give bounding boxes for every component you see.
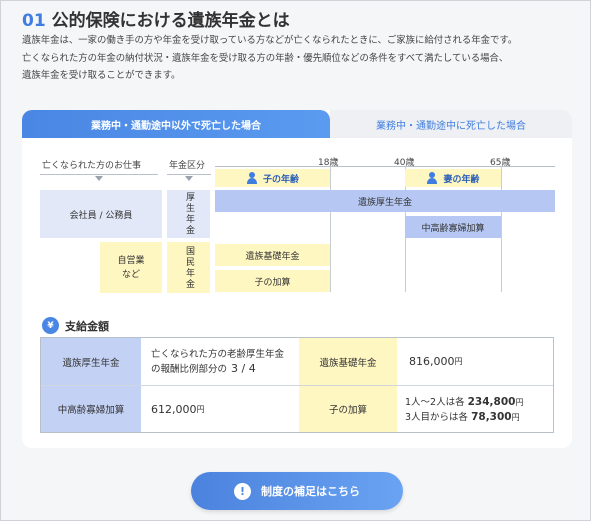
table-value-izoku-kiso: 816,000 円: [397, 338, 553, 385]
payment-title: 支給金額: [65, 319, 109, 333]
occupation-arrow-icon: [95, 176, 103, 181]
kokumin-pension-label: 国民年金: [184, 245, 194, 290]
payment-section-title: ¥ 支給金額: [42, 317, 109, 334]
ko-kasan-amount-1: 234,800: [467, 396, 516, 408]
section-heading: 01 公的保険における遺族年金とは: [22, 6, 290, 31]
section-title: 公的保険における遺族年金とは: [51, 11, 290, 31]
child-age-badge: 子の年齢: [215, 169, 330, 187]
ko-kasan-line-2-prefix: 3人目からは各: [405, 412, 469, 423]
table-value-izoku-kosei: 亡くなられた方の老齢厚生年金 の報酬比例部分の 3 / 4: [141, 338, 299, 385]
izoku-kiso-unit: 円: [454, 357, 463, 366]
pension-type-arrow-icon: [185, 176, 193, 181]
intro-line: 亡くなられた方の年金の納付状況・遺族年金を受け取る方の年齢・優先順位などの条件を…: [22, 52, 509, 64]
age-65-gridline: [501, 166, 502, 292]
exclamation-icon: !: [234, 482, 251, 500]
supplement-info-button[interactable]: ! 制度の補足はこちら: [191, 472, 403, 510]
table-header-izoku-kosei: 遺族厚生年金: [41, 338, 141, 385]
kosei-pension-label: 厚生年金: [184, 192, 194, 236]
employee-category: 会社員 / 公務員: [40, 190, 162, 238]
wife-age-badge: 妻の年齢: [405, 169, 501, 187]
izoku-kiso-amount: 816,000: [409, 355, 455, 368]
occupation-column-label: 亡くなられた方のお仕事: [42, 161, 142, 171]
wife-age-label: 妻の年齢: [443, 174, 480, 185]
intro-line: 遺族年金は、一家の働き手の方や年金を受け取っている方などが亡くなられたときに、ご…: [22, 35, 518, 46]
chukorei-amount: 612,000: [151, 402, 197, 416]
ko-kasan-unit-1: 円: [515, 398, 524, 407]
izoku-kosei-line-2: の報酬比例部分の 3 / 4: [151, 362, 299, 377]
occupation-underline: [40, 174, 158, 175]
pension-type-underline: [167, 174, 211, 175]
tab-work-death[interactable]: 業務中・通勤途中に死亡した場合: [330, 110, 572, 138]
supplement-button-label: 制度の補足はこちら: [261, 485, 360, 498]
payment-table: 遺族厚生年金 亡くなられた方の老齢厚生年金 の報酬比例部分の 3 / 4 遺族基礎…: [40, 337, 554, 433]
intro-line: 遺族年金を受け取ることができます。: [22, 70, 181, 81]
table-header-izoku-kiso: 遺族基礎年金: [299, 338, 397, 385]
age-18-label: 18歳: [318, 158, 339, 168]
info-card: 業務中・通勤途中以外で死亡した場合 業務中・通勤途中に死亡した場合 亡くなられた…: [22, 110, 572, 448]
fraction-value: 3 / 4: [231, 362, 256, 375]
pension-type-column-label: 年金区分: [169, 161, 206, 171]
izoku-kosei-line-2-text: の報酬比例部分の: [151, 364, 228, 375]
ko-kasan-line-2: 3人目からは各 78,300円: [405, 410, 553, 425]
kosei-pension-category: 厚生年金: [167, 190, 210, 238]
tab-non-work-death[interactable]: 業務中・通勤途中以外で死亡した場合: [22, 110, 330, 138]
table-header-ko-kasan: 子の加算: [299, 386, 397, 432]
person-icon: [246, 172, 258, 184]
age-18-gridline: [330, 166, 331, 292]
self-employed-category: 自営業など: [100, 242, 162, 293]
child-age-label: 子の年齢: [262, 174, 299, 185]
izoku-kosei-bar: 遺族厚生年金: [215, 190, 555, 212]
ko-kasan-unit-2: 円: [511, 413, 520, 422]
table-value-chukorei: 612,000 円: [141, 386, 299, 432]
ko-kasan-line-1-prefix: 1人～2人は各: [405, 397, 465, 408]
table-value-ko-kasan: 1人～2人は各 234,800円 3人目からは各 78,300円: [397, 386, 553, 432]
izoku-kiso-bar: 遺族基礎年金: [215, 244, 330, 266]
ko-kasan-bar: 子の加算: [215, 270, 330, 292]
kokumin-pension-category: 国民年金: [167, 242, 210, 293]
izoku-kosei-line-1: 亡くなられた方の老齢厚生年金: [151, 349, 285, 360]
self-employed-label: 自営業など: [117, 255, 145, 280]
yen-icon: ¥: [42, 317, 59, 334]
chukorei-bar: 中高齢寡婦加算: [405, 216, 501, 238]
intro-text: 遺族年金は、一家の働き手の方や年金を受け取っている方などが亡くなられたときに、ご…: [22, 32, 572, 85]
chukorei-unit: 円: [196, 404, 205, 414]
person-icon: [426, 172, 438, 184]
ko-kasan-line-1: 1人～2人は各 234,800円: [405, 395, 553, 410]
section-number: 01: [22, 11, 46, 31]
ko-kasan-amount-2: 78,300: [471, 411, 512, 423]
table-header-chukorei: 中高齢寡婦加算: [41, 386, 141, 432]
